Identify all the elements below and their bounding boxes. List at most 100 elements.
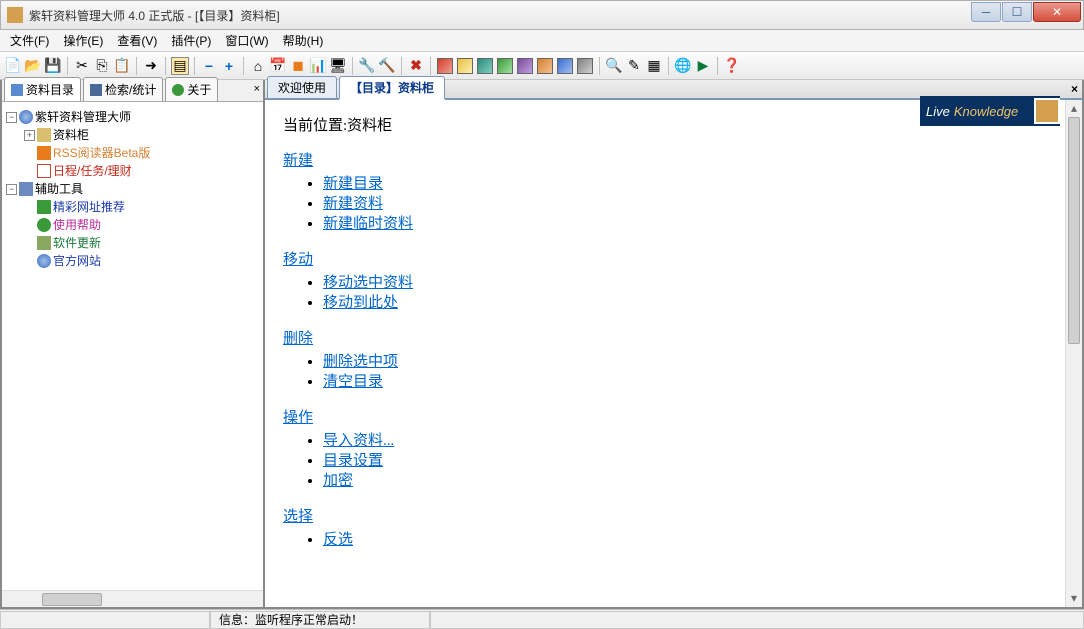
tab-welcome[interactable]: 欢迎使用	[267, 76, 337, 98]
tree-item-schedule[interactable]: 日程/任务/理财	[24, 162, 261, 180]
title-bar: 紫轩资料管理大师 4.0 正式版 - [【目录】资料柜] ─ ☐ ✕	[0, 0, 1084, 30]
edit-icon[interactable]: ✎	[625, 57, 643, 75]
globe-icon[interactable]: 🌐	[674, 57, 692, 75]
section-select[interactable]: 选择	[283, 509, 313, 525]
play-icon[interactable]: ▶	[694, 57, 712, 75]
chart-icon[interactable]: 📊	[309, 57, 327, 75]
sidebar-tab-label: 资料目录	[26, 81, 74, 98]
expander-icon[interactable]: −	[6, 112, 17, 123]
link-inverse[interactable]: 反选	[323, 532, 353, 548]
new-file-icon[interactable]: 📄	[4, 57, 22, 75]
link-clear-dir[interactable]: 清空目录	[323, 374, 383, 390]
color-gray-icon[interactable]	[576, 57, 594, 75]
app-icon	[7, 7, 23, 23]
status-bar: 信息：监听程序正常启动！	[0, 609, 1084, 629]
link-new-temp[interactable]: 新建临时资料	[323, 216, 413, 232]
banner-logo-icon	[1034, 98, 1060, 124]
export-icon[interactable]: ➜	[142, 57, 160, 75]
tree-item-update[interactable]: 软件更新	[24, 234, 261, 252]
search-icon[interactable]: 🔍	[605, 57, 623, 75]
menu-operate[interactable]: 操作(E)	[57, 30, 109, 51]
maximize-button[interactable]: ☐	[1002, 2, 1032, 22]
list-view-icon[interactable]: ▤	[171, 57, 189, 75]
banner: Live Knowledge	[920, 96, 1060, 126]
link-encrypt[interactable]: 加密	[323, 473, 353, 489]
plus-icon[interactable]: +	[220, 57, 238, 75]
cut-icon[interactable]: ✂	[73, 57, 91, 75]
delete-icon[interactable]: ✖	[407, 57, 425, 75]
menu-file[interactable]: 文件(F)	[4, 30, 55, 51]
tab-close-icon[interactable]: ×	[1071, 82, 1078, 96]
save-icon[interactable]: 💾	[44, 57, 62, 75]
screen-icon[interactable]: 🖥	[329, 57, 347, 75]
sidebar-tabs: 资料目录 检索/统计 关于 ×	[2, 80, 263, 102]
paste-icon[interactable]: 📋	[113, 57, 131, 75]
link-dir-set[interactable]: 目录设置	[323, 453, 383, 469]
menu-window[interactable]: 窗口(W)	[219, 30, 274, 51]
copy-icon[interactable]: ⎘	[93, 57, 111, 75]
tree-item-help[interactable]: 使用帮助	[24, 216, 261, 234]
menu-help[interactable]: 帮助(H)	[277, 30, 330, 51]
section-new[interactable]: 新建	[283, 153, 313, 169]
color-green-icon[interactable]	[496, 57, 514, 75]
props-icon[interactable]: ▦	[645, 57, 663, 75]
tree-label: 紫轩资料管理大师	[35, 108, 131, 126]
tree-label: 辅助工具	[35, 180, 83, 198]
expander-icon[interactable]: −	[6, 184, 17, 195]
tree-label: 软件更新	[53, 234, 101, 252]
tree-root[interactable]: − 紫轩资料管理大师	[6, 108, 261, 126]
sidebar-hscrollbar[interactable]	[2, 590, 263, 607]
rss-icon[interactable]: ◼	[289, 57, 307, 75]
scroll-up-icon[interactable]: ▴	[1066, 100, 1082, 117]
link-new-data[interactable]: 新建资料	[323, 196, 383, 212]
sidebar-tab-catalog[interactable]: 资料目录	[4, 77, 81, 101]
color-teal-icon[interactable]	[476, 57, 494, 75]
sidebar-tab-about[interactable]: 关于	[165, 77, 218, 101]
minimize-button[interactable]: ─	[971, 2, 1001, 22]
content-vscrollbar[interactable]: ▴ ▾	[1065, 100, 1082, 607]
scroll-down-icon[interactable]: ▾	[1066, 590, 1082, 607]
home-icon[interactable]: ⌂	[249, 57, 267, 75]
link-import[interactable]: 导入资料...	[323, 433, 394, 449]
section-delete[interactable]: 删除	[283, 331, 313, 347]
section-move[interactable]: 移动	[283, 252, 313, 268]
color-blue-icon[interactable]	[556, 57, 574, 75]
update-icon	[37, 236, 51, 250]
sidebar-tab-search[interactable]: 检索/统计	[83, 77, 163, 101]
calendar-icon[interactable]: 📅	[269, 57, 287, 75]
link-new-dir[interactable]: 新建目录	[323, 176, 383, 192]
section-operate[interactable]: 操作	[283, 410, 313, 426]
menu-view[interactable]: 查看(V)	[111, 30, 163, 51]
expander-icon[interactable]: +	[24, 130, 35, 141]
sidebar-tab-label: 检索/统计	[105, 81, 156, 98]
minus-icon[interactable]: −	[200, 57, 218, 75]
tree-tools[interactable]: − 辅助工具	[6, 180, 261, 198]
tree-label: 使用帮助	[53, 216, 101, 234]
tree-item-links[interactable]: 精彩网址推荐	[24, 198, 261, 216]
color-yellow-icon[interactable]	[456, 57, 474, 75]
status-left	[0, 611, 210, 629]
scroll-thumb[interactable]	[1068, 117, 1080, 344]
tab-catalog[interactable]: 【目录】资料柜	[339, 76, 445, 100]
help-icon	[37, 218, 51, 232]
tree-item-cabinet[interactable]: + 资料柜	[24, 126, 261, 144]
tool1-icon[interactable]: 🔧	[358, 57, 376, 75]
open-icon[interactable]: 📂	[24, 57, 42, 75]
globe-icon	[19, 110, 33, 124]
tree-item-rss[interactable]: RSS阅读器Beta版	[24, 144, 261, 162]
tree-item-website[interactable]: 官方网站	[24, 252, 261, 270]
link-del-sel[interactable]: 删除选中项	[323, 354, 398, 370]
color-purple-icon[interactable]	[516, 57, 534, 75]
help-icon[interactable]: ❓	[723, 57, 741, 75]
menu-plugin[interactable]: 插件(P)	[165, 30, 217, 51]
color-red-icon[interactable]	[436, 57, 454, 75]
doc-icon	[11, 84, 23, 96]
link-move-sel[interactable]: 移动选中资料	[323, 275, 413, 291]
tree-view[interactable]: − 紫轩资料管理大师 + 资料柜 RSS阅读器Beta	[2, 102, 263, 590]
close-button[interactable]: ✕	[1033, 2, 1081, 22]
sidebar-close-icon[interactable]: ×	[254, 83, 260, 95]
content-area: 欢迎使用 【目录】资料柜 × 当前位置:资料柜 新建 新建目录 新建资料 新建临…	[265, 80, 1082, 607]
tool2-icon[interactable]: 🔨	[378, 57, 396, 75]
color-orange-icon[interactable]	[536, 57, 554, 75]
link-move-here[interactable]: 移动到此处	[323, 295, 398, 311]
